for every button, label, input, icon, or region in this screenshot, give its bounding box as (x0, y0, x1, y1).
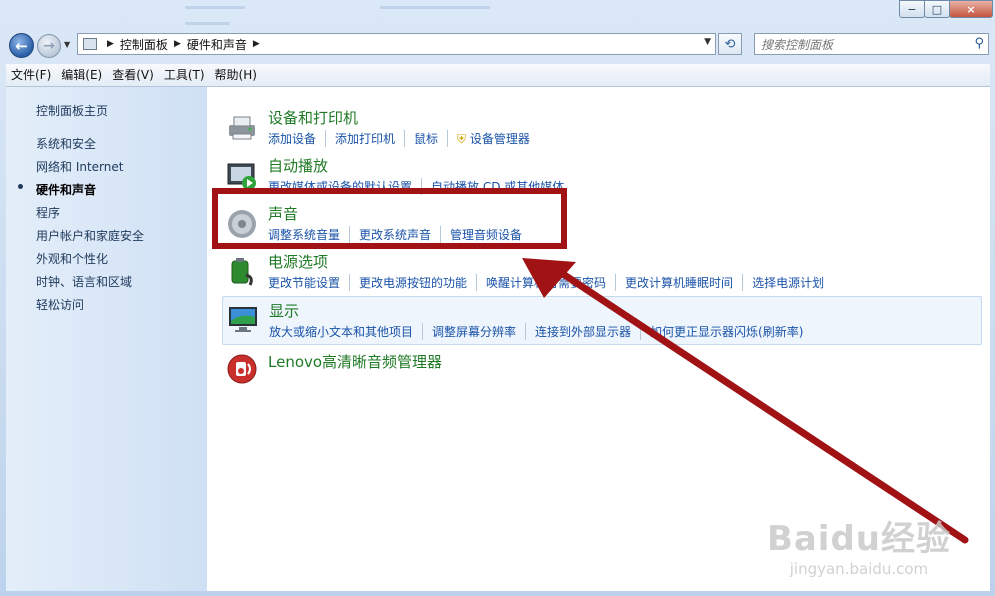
arrow-left-icon: ← (15, 36, 28, 55)
search-box[interactable]: ⚲ (754, 33, 989, 55)
battery-icon (231, 258, 253, 286)
maximize-button[interactable]: □ (924, 0, 950, 18)
autoplay-icon (227, 163, 256, 190)
sidebar: 控制面板主页 系统和安全 网络和 Internet 硬件和声音 程序 用户帐户和… (6, 87, 207, 591)
link-text-size[interactable]: 放大或缩小文本和其他项目 (269, 323, 422, 340)
annotation-highlight-box (212, 188, 567, 249)
baidu-watermark: Baidu经验 jingyan.baidu.com (767, 511, 951, 578)
link-device-manager-label: 设备管理器 (469, 132, 530, 146)
category-links: 放大或缩小文本和其他项目 调整屏幕分辨率 连接到外部显示器 如何更正显示器闪烁(… (269, 323, 812, 340)
active-bullet (18, 184, 23, 189)
category-lenovo-audio: Lenovo高清晰音频管理器 (222, 349, 982, 384)
back-button[interactable]: ← (9, 33, 34, 58)
link-external-display[interactable]: 连接到外部显示器 (525, 323, 640, 340)
arrow-right-icon: → (43, 38, 55, 54)
link-screen-resolution[interactable]: 调整屏幕分辨率 (422, 323, 525, 340)
link-refresh-rate[interactable]: 如何更正显示器闪烁(刷新率) (640, 323, 812, 340)
link-add-device[interactable]: 添加设备 (268, 130, 325, 147)
printer-icon (229, 116, 255, 140)
link-add-printer[interactable]: 添加打印机 (325, 130, 404, 147)
watermark-url: jingyan.baidu.com (789, 560, 929, 578)
control-panel-icon (83, 38, 97, 50)
blurred-background (185, 22, 230, 25)
forward-button[interactable]: → (37, 34, 61, 58)
category-title[interactable]: 显示 (269, 300, 299, 321)
watermark-brand: Baidu经验 (766, 519, 951, 559)
sidebar-item-programs[interactable]: 程序 (36, 204, 60, 221)
sidebar-item-clock-language[interactable]: 时钟、语言和区域 (36, 273, 132, 290)
category-title[interactable]: Lenovo高清晰音频管理器 (268, 351, 442, 372)
link-sleep-time[interactable]: 更改计算机睡眠时间 (615, 274, 742, 291)
link-change-power-settings[interactable]: 更改节能设置 (268, 274, 349, 291)
category-title[interactable]: 电源选项 (268, 251, 328, 272)
recent-pages-dropdown[interactable]: ▼ (64, 40, 70, 49)
menu-edit[interactable]: 编辑(E) (56, 64, 107, 86)
lenovo-audio-icon (227, 354, 257, 384)
category-devices-printers: 设备和打印机 添加设备 添加打印机 鼠标 ⛨ 设备管理器 (222, 107, 982, 147)
category-links: 更改节能设置 更改电源按钮的功能 唤醒计算机时需要密码 更改计算机睡眠时间 选择… (268, 274, 833, 291)
category-display: 显示 放大或缩小文本和其他项目 调整屏幕分辨率 连接到外部显示器 如何更正显示器… (222, 296, 982, 345)
address-dropdown-icon[interactable]: ▼ (704, 37, 711, 47)
minimize-button[interactable]: − (899, 0, 925, 18)
blurred-background (380, 6, 490, 9)
breadcrumb-control-panel[interactable]: 控制面板 (120, 36, 168, 53)
category-title[interactable]: 设备和打印机 (268, 107, 358, 128)
refresh-icon: ⟲ (724, 36, 736, 52)
display-icon (229, 307, 257, 332)
menu-help[interactable]: 帮助(H) (210, 64, 262, 86)
link-device-manager[interactable]: ⛨ 设备管理器 (447, 130, 539, 147)
menu-tools[interactable]: 工具(T) (159, 64, 210, 86)
menu-view[interactable]: 查看(V) (107, 64, 159, 86)
close-button[interactable]: × (949, 0, 993, 18)
sidebar-item-appearance[interactable]: 外观和个性化 (36, 250, 108, 267)
address-bar[interactable]: ▶ 控制面板 ▶ 硬件和声音 ▶ ▼ (77, 33, 716, 55)
chevron-right-icon[interactable]: ▶ (174, 39, 181, 49)
blurred-background (185, 6, 245, 9)
link-choose-power-plan[interactable]: 选择电源计划 (742, 274, 833, 291)
link-mouse[interactable]: 鼠标 (404, 130, 447, 147)
caption-buttons: − □ × (899, 0, 993, 18)
refresh-button[interactable]: ⟲ (718, 33, 742, 55)
sidebar-item-ease-of-access[interactable]: 轻松访问 (36, 296, 84, 313)
sidebar-item-network[interactable]: 网络和 Internet (36, 158, 123, 175)
sidebar-item-home[interactable]: 控制面板主页 (36, 102, 108, 119)
link-require-password[interactable]: 唤醒计算机时需要密码 (476, 274, 615, 291)
category-power-options: 电源选项 更改节能设置 更改电源按钮的功能 唤醒计算机时需要密码 更改计算机睡眠… (222, 251, 982, 291)
search-icon[interactable]: ⚲ (974, 36, 984, 51)
menu-bar: 文件(F) 编辑(E) 查看(V) 工具(T) 帮助(H) (6, 64, 990, 87)
menu-file[interactable]: 文件(F) (6, 64, 56, 86)
window-frame: − □ × ← → ▼ ▶ 控制面板 ▶ 硬件和声音 ▶ ▼ ⟲ ⚲ 文件(F)… (0, 0, 995, 596)
category-links: 添加设备 添加打印机 鼠标 ⛨ 设备管理器 (268, 130, 539, 147)
search-input[interactable] (759, 35, 963, 55)
breadcrumb-hardware-sound[interactable]: 硬件和声音 (187, 36, 247, 53)
sidebar-item-security[interactable]: 系统和安全 (36, 135, 96, 152)
chevron-right-icon[interactable]: ▶ (107, 39, 114, 49)
category-title[interactable]: 自动播放 (268, 155, 328, 176)
shield-icon: ⛨ (457, 132, 467, 146)
sidebar-item-hardware-sound[interactable]: 硬件和声音 (36, 181, 96, 198)
chevron-right-icon[interactable]: ▶ (253, 39, 260, 49)
link-power-button-function[interactable]: 更改电源按钮的功能 (349, 274, 476, 291)
sidebar-item-user-accounts[interactable]: 用户帐户和家庭安全 (36, 227, 144, 244)
